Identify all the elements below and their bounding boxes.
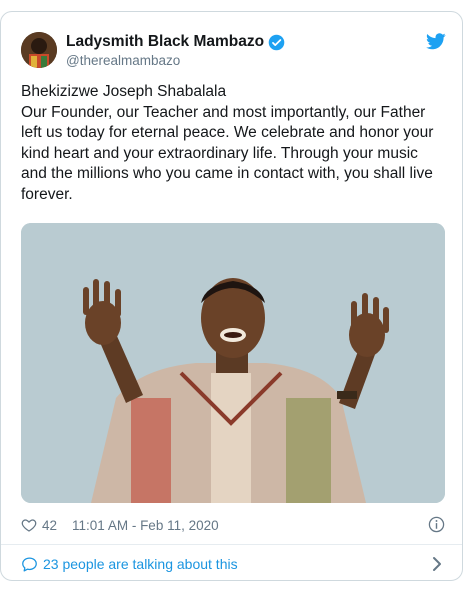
tweet-photo[interactable]: [21, 223, 445, 503]
tweet-card: Ladysmith Black Mambazo @therealmambazo …: [0, 11, 463, 581]
like-count[interactable]: 42: [42, 518, 57, 533]
author-names: Ladysmith Black Mambazo @therealmambazo: [66, 32, 285, 68]
tweet-text: Bhekizizwe Joseph Shabalala Our Founder,…: [21, 82, 446, 205]
display-name[interactable]: Ladysmith Black Mambazo: [66, 33, 264, 51]
tweet-text-line-body: Our Founder, our Teacher and most import…: [21, 103, 434, 203]
timestamp[interactable]: 11:01 AM - Feb 11, 2020: [72, 518, 219, 533]
comment-bubble-icon: [21, 556, 38, 573]
info-icon[interactable]: [428, 516, 445, 533]
divider: [1, 544, 462, 545]
tweet-meta: 42 11:01 AM - Feb 11, 2020: [21, 515, 445, 535]
author-handle[interactable]: @therealmambazo: [66, 53, 285, 68]
verified-badge-icon: [268, 34, 285, 51]
chevron-right-icon[interactable]: [431, 556, 443, 572]
conversation-label[interactable]: 23 people are talking about this: [43, 556, 238, 572]
twitter-bird-icon[interactable]: [426, 33, 446, 50]
avatar[interactable]: [21, 32, 57, 68]
tweet-header: Ladysmith Black Mambazo @therealmambazo: [21, 32, 446, 72]
tweet-text-line-title: Bhekizizwe Joseph Shabalala: [21, 83, 227, 100]
heart-icon[interactable]: [21, 517, 37, 533]
conversation-link[interactable]: 23 people are talking about this: [21, 553, 445, 575]
